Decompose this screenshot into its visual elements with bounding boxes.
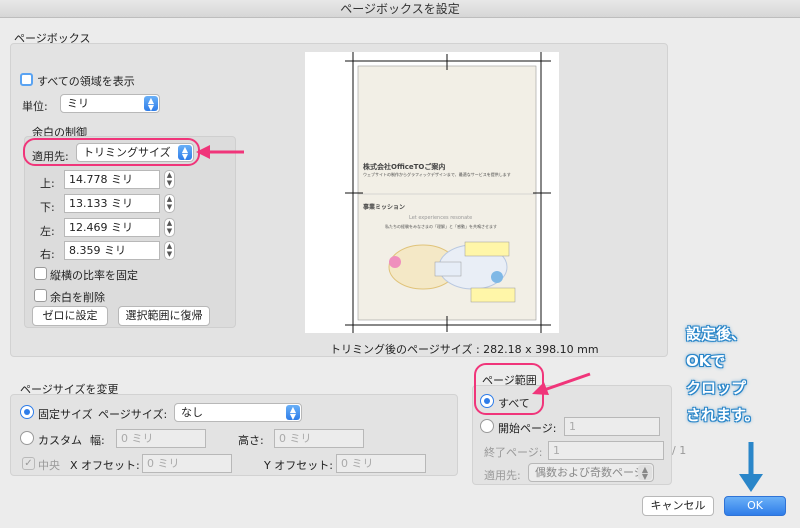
fixed-size-label: 固定サイズ xyxy=(38,408,93,421)
window-title: ページボックスを設定 xyxy=(0,0,800,18)
start-page-radio[interactable] xyxy=(480,419,494,433)
keep-ratio-checkbox[interactable] xyxy=(34,267,47,280)
top-label: 上: xyxy=(40,177,55,190)
left-label: 左: xyxy=(40,225,55,238)
range-apply-value: 偶数および奇数ページ xyxy=(535,466,645,479)
slide1-title: 株式会社OfficeTOご案内 xyxy=(363,163,446,171)
y-offset-field[interactable]: 0 ミリ xyxy=(336,454,426,473)
y-offset-label: Y オフセット: xyxy=(264,459,333,472)
page-size-value: なし xyxy=(181,406,203,419)
annotation-line1: 設定後、 xyxy=(686,325,747,343)
cancel-button[interactable]: キャンセル xyxy=(642,496,714,516)
right-margin-stepper[interactable]: ▲ ▼ xyxy=(164,241,175,260)
height-field[interactable]: 0 ミリ xyxy=(274,429,364,448)
right-label: 右: xyxy=(40,248,55,261)
bottom-margin-stepper[interactable]: ▲ ▼ xyxy=(164,194,175,213)
start-page-field[interactable]: 1 xyxy=(564,417,660,436)
unit-select[interactable]: ミリ ▲ ▼ xyxy=(60,94,160,113)
keep-ratio-label: 縦横の比率を固定 xyxy=(50,269,138,282)
page-total: / 1 xyxy=(672,444,687,457)
remove-margin-checkbox[interactable] xyxy=(34,289,47,302)
all-pages-label: すべて xyxy=(498,397,530,410)
left-margin-stepper[interactable]: ▲ ▼ xyxy=(164,218,175,237)
width-field[interactable]: 0 ミリ xyxy=(116,429,206,448)
trim-size-text: トリミング後のページサイズ : 282.18 x 398.10 mm xyxy=(330,343,599,356)
start-page-label: 開始ページ: xyxy=(498,422,557,435)
pink-arrow-icon xyxy=(196,145,244,159)
center-checkbox[interactable]: ✓ xyxy=(22,457,35,470)
end-page-label: 終了ページ: xyxy=(484,446,543,459)
zero-button[interactable]: ゼロに設定 xyxy=(32,306,108,326)
end-page-field[interactable]: 1 xyxy=(548,441,664,460)
center-label: 中央 xyxy=(38,459,60,472)
pink-arrow-icon xyxy=(532,372,591,395)
slide2-subtitle: Let experiences resonate xyxy=(409,215,473,221)
slide2-text: 私たちの経験をみなさまの「理解」と「感動」を共鳴させます xyxy=(385,224,497,229)
blue-arrow-icon xyxy=(739,442,763,492)
top-margin-stepper[interactable]: ▲ ▼ xyxy=(164,170,175,189)
left-margin-field[interactable]: 12.469 ミリ xyxy=(64,218,160,237)
width-label: 幅: xyxy=(90,434,105,447)
annotation-line4: されます。 xyxy=(686,406,760,424)
page-size-label: ページサイズ: xyxy=(98,408,168,421)
crop-marks xyxy=(345,52,551,333)
right-margin-field[interactable]: 8.359 ミリ xyxy=(64,241,160,260)
slide1-subtitle: ウェブサイトの制作からグラフィックデザインまで、最適なサービスを提供します xyxy=(363,172,511,177)
top-margin-field[interactable]: 14.778 ミリ xyxy=(64,170,160,189)
page-size-select[interactable]: なし ▲ ▼ xyxy=(174,403,302,422)
chevron-updown-icon: ▲ ▼ xyxy=(144,96,158,112)
restore-selection-button[interactable]: 選択範囲に復帰 xyxy=(118,306,210,326)
custom-size-radio[interactable] xyxy=(20,431,34,445)
all-pages-radio[interactable] xyxy=(480,394,494,408)
slide2-title: 事業ミッション xyxy=(363,204,406,211)
x-offset-label: X オフセット: xyxy=(70,459,140,472)
annotation-line2: OKで xyxy=(686,352,726,370)
fixed-size-radio[interactable] xyxy=(20,405,34,419)
range-apply-select[interactable]: 偶数および奇数ページ ▲ ▼ xyxy=(528,463,654,482)
unit-select-value: ミリ xyxy=(67,97,89,110)
chevron-updown-icon: ▲ ▼ xyxy=(638,465,652,481)
ok-button[interactable]: OK xyxy=(724,496,786,516)
bottom-margin-field[interactable]: 13.133 ミリ xyxy=(64,194,160,213)
remove-margin-label: 余白を削除 xyxy=(50,291,105,304)
custom-size-label: カスタム xyxy=(38,434,82,447)
highlight-ring-apply-to xyxy=(23,138,200,166)
show-all-checkbox[interactable] xyxy=(20,73,33,86)
bottom-label: 下: xyxy=(40,201,55,214)
chevron-updown-icon: ▲ ▼ xyxy=(286,405,300,421)
height-label: 高さ: xyxy=(238,434,264,447)
annotation-line3: クロップ xyxy=(686,379,747,397)
unit-label: 単位: xyxy=(22,100,48,113)
x-offset-field[interactable]: 0 ミリ xyxy=(142,454,232,473)
range-apply-label: 適用先: xyxy=(484,469,521,482)
show-all-label: すべての領域を表示 xyxy=(37,75,135,88)
page-preview: 株式会社OfficeTOご案内 ウェブサイトの制作からグラフィックデザインまで、… xyxy=(305,52,559,333)
